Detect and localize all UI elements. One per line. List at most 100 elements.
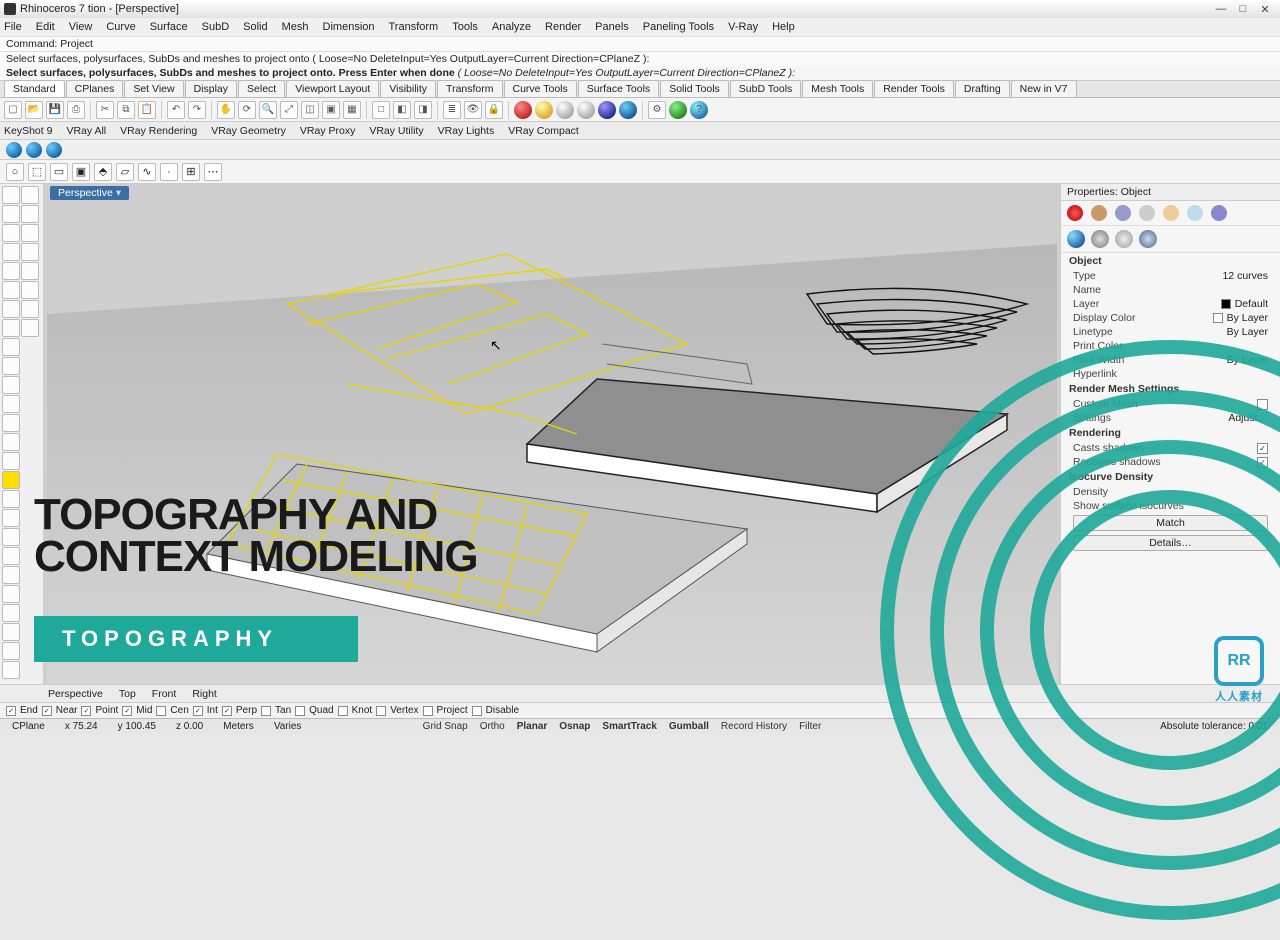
keyshot-link-icon[interactable]	[6, 142, 22, 158]
copy-obj-icon[interactable]	[2, 661, 20, 679]
copy-icon[interactable]: ⧉	[117, 101, 135, 119]
tab-new-in-v7[interactable]: New in V7	[1011, 80, 1077, 97]
osnap-label-point[interactable]: Point	[95, 705, 118, 716]
details-button[interactable]: Details…	[1073, 535, 1268, 551]
osnap-label-quad[interactable]: Quad	[309, 705, 333, 716]
fillet-icon[interactable]	[2, 566, 20, 584]
zoom-icon[interactable]: 🔍	[259, 101, 277, 119]
libraries-tab-icon[interactable]	[1163, 205, 1179, 221]
lasso-icon[interactable]	[2, 205, 20, 223]
menu-curve[interactable]: Curve	[106, 21, 135, 33]
tab-drafting[interactable]: Drafting	[955, 80, 1010, 97]
pan-icon[interactable]: ✋	[217, 101, 235, 119]
sel-srf-icon[interactable]: ▱	[116, 163, 134, 181]
tab-select[interactable]: Select	[238, 80, 285, 97]
options-icon[interactable]: ⚙	[648, 101, 666, 119]
osnap-label-end[interactable]: End	[20, 705, 38, 716]
menu-view[interactable]: View	[69, 21, 93, 33]
vtab-right[interactable]: Right	[192, 688, 217, 700]
cut-icon[interactable]: ✂	[96, 101, 114, 119]
menu-tools[interactable]: Tools	[452, 21, 478, 33]
val-display-color[interactable]: By Layer	[1213, 312, 1268, 324]
menu-panels[interactable]: Panels	[595, 21, 629, 33]
scale-icon[interactable]	[21, 205, 39, 223]
val-layer[interactable]: Default	[1221, 298, 1268, 310]
chamfer-icon[interactable]	[2, 585, 20, 603]
status-toggle-osnap[interactable]: Osnap	[553, 721, 596, 732]
sel-invert-icon[interactable]: ▭	[50, 163, 68, 181]
osnap-label-disable[interactable]: Disable	[486, 705, 519, 716]
lights-tab-icon[interactable]	[1139, 205, 1155, 221]
sel-prev-icon[interactable]: ⬘	[94, 163, 112, 181]
lock-icon[interactable]: 🔒	[485, 101, 503, 119]
keyshot-render-icon[interactable]	[46, 142, 62, 158]
undo-icon[interactable]: ↶	[167, 101, 185, 119]
sel-none-icon[interactable]: ⬚	[28, 163, 46, 181]
tab-keyshot[interactable]: KeyShot 9	[4, 125, 52, 137]
command-prompt[interactable]: Select surfaces, polysurfaces, SubDs and…	[0, 66, 1280, 81]
redo-icon[interactable]: ↷	[188, 101, 206, 119]
command-input[interactable]	[795, 67, 1274, 79]
grasshopper-icon[interactable]	[669, 101, 687, 119]
osnap-label-vertex[interactable]: Vertex	[390, 705, 418, 716]
menu-surface[interactable]: Surface	[150, 21, 188, 33]
cplane-icon[interactable]: ◧	[393, 101, 411, 119]
dim-icon[interactable]	[2, 395, 20, 413]
osnap-label-cen[interactable]: Cen	[170, 705, 188, 716]
render-ghost-icon[interactable]	[577, 101, 595, 119]
zoom-extents-icon[interactable]: ⤢	[280, 101, 298, 119]
align-icon[interactable]	[21, 243, 39, 261]
chk-custom-mesh[interactable]	[1257, 399, 1268, 410]
tab-vray-proxy[interactable]: VRay Proxy	[300, 125, 355, 137]
polygon-icon[interactable]	[2, 319, 20, 337]
tab-cplanes[interactable]: CPlanes	[66, 80, 124, 97]
menu-paneling-tools[interactable]: Paneling Tools	[643, 21, 714, 33]
group-icon[interactable]	[21, 262, 39, 280]
osnap-perp[interactable]: ✓	[222, 706, 232, 716]
osnap-label-perp[interactable]: Perp	[236, 705, 257, 716]
properties-tab-icon[interactable]	[1067, 205, 1083, 221]
chk-receives[interactable]: ✓	[1257, 457, 1268, 468]
match-button[interactable]: Match	[1073, 515, 1268, 531]
menu-render[interactable]: Render	[545, 21, 581, 33]
move-icon[interactable]	[2, 642, 20, 660]
val-linetype[interactable]: By Layer	[1227, 326, 1268, 338]
sel-last-icon[interactable]: ▣	[72, 163, 90, 181]
decals-icon[interactable]	[1139, 230, 1157, 248]
sel-mesh-icon[interactable]: ⊞	[182, 163, 200, 181]
render-material-icon[interactable]	[514, 101, 532, 119]
solid-icon[interactable]	[2, 433, 20, 451]
trim-icon[interactable]	[2, 509, 20, 527]
circle-icon[interactable]	[2, 262, 20, 280]
block-icon[interactable]	[21, 281, 39, 299]
tab-vray-compact[interactable]: VRay Compact	[508, 125, 579, 137]
rotate-icon[interactable]	[21, 186, 39, 204]
menu-dimension[interactable]: Dimension	[323, 21, 375, 33]
menu-mesh[interactable]: Mesh	[282, 21, 309, 33]
sel-crv-icon[interactable]: ∿	[138, 163, 156, 181]
menu-file[interactable]: File	[4, 21, 22, 33]
keyshot-update-icon[interactable]	[26, 142, 42, 158]
paste-icon[interactable]: 📋	[138, 101, 156, 119]
status-toggle-smarttrack[interactable]: SmartTrack	[596, 721, 662, 732]
split-icon[interactable]	[2, 528, 20, 546]
tab-visibility[interactable]: Visibility	[380, 80, 436, 97]
zoom-window-icon[interactable]: ◫	[301, 101, 319, 119]
tab-transform[interactable]: Transform	[437, 80, 502, 97]
named-views-icon[interactable]: □	[372, 101, 390, 119]
material-icon[interactable]	[1091, 230, 1109, 248]
render-icon[interactable]	[21, 319, 39, 337]
rect-icon[interactable]	[2, 300, 20, 318]
analyze-icon[interactable]	[21, 300, 39, 318]
osnap-label-near[interactable]: Near	[56, 705, 78, 716]
status-toggle-gumball[interactable]: Gumball	[663, 721, 715, 732]
text-icon[interactable]	[2, 376, 20, 394]
maximize-button[interactable]: □	[1232, 3, 1254, 15]
explode-icon[interactable]	[2, 471, 20, 489]
render-tech-icon[interactable]	[619, 101, 637, 119]
point-icon[interactable]	[2, 357, 20, 375]
arc-icon[interactable]	[2, 281, 20, 299]
layers-tab-icon[interactable]	[1091, 205, 1107, 221]
rotate-view-icon[interactable]: ⟳	[238, 101, 256, 119]
status-toggle-record-history[interactable]: Record History	[715, 721, 793, 732]
